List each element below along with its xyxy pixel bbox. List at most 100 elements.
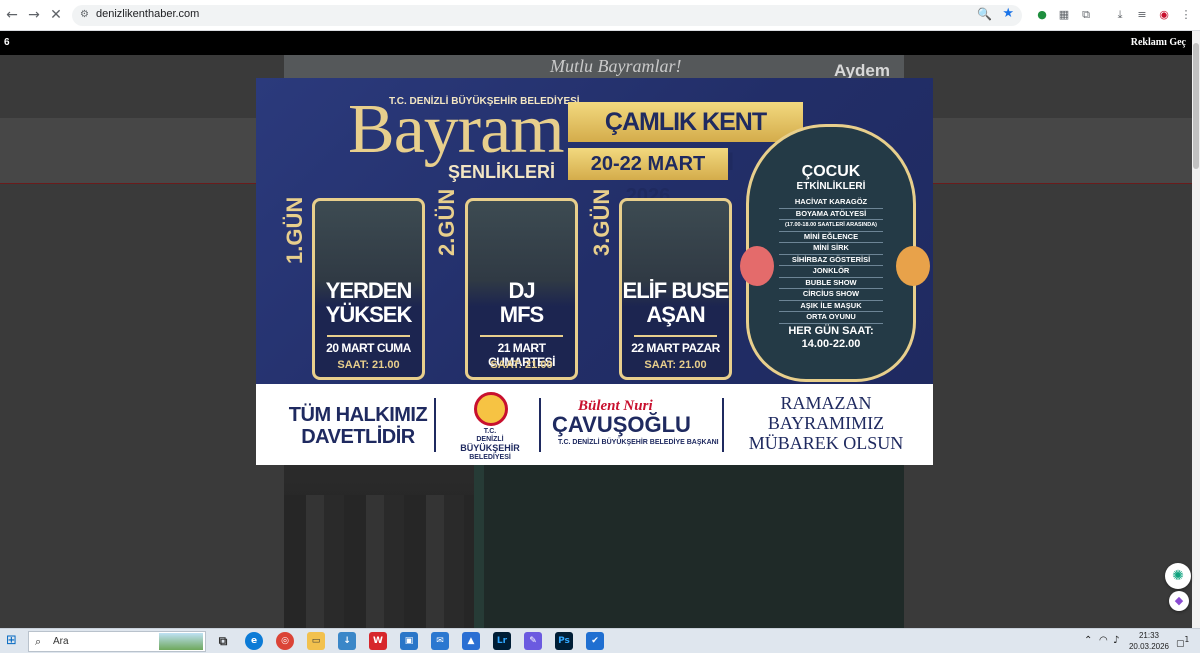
profile-avatar-icon[interactable]: ◉ — [1156, 7, 1172, 23]
event-time: SAAT: 21.00 — [644, 359, 707, 371]
day-label: 2.GÜN — [434, 188, 459, 256]
page-scrollbar[interactable] — [1192, 31, 1200, 628]
divider — [480, 335, 563, 337]
search-highlight-image — [159, 633, 203, 650]
mayor-title: T.C. DENİZLİ BÜYÜKŞEHİR BELEDİYE BAŞKANI — [558, 439, 719, 446]
activity-item: HACİVAT KARAGÖZ — [779, 197, 883, 209]
chatgpt-icon[interactable]: ✺ — [1165, 563, 1191, 589]
search-icon: ⌕ — [35, 635, 42, 648]
lightroom-icon[interactable]: Lr — [493, 632, 511, 650]
grammarly-extension-icon[interactable]: ● — [1034, 7, 1050, 23]
ad-countdown: 6 — [4, 37, 10, 48]
site-header-banner[interactable]: Mutlu Bayramlar! Aydem — [284, 55, 904, 80]
file-explorer-icon[interactable]: ▭ — [307, 632, 325, 650]
divider — [539, 398, 541, 452]
mail-icon[interactable]: ✉ — [431, 632, 449, 650]
activity-item: (17.00-18.00 SAATLERİ ARASINDA) — [779, 220, 883, 232]
back-icon[interactable]: ← — [4, 7, 20, 23]
activity-item: ORTA OYUNU — [779, 312, 883, 324]
task-view-icon[interactable]: ⧉ — [214, 632, 232, 650]
download-icon[interactable]: ⤓ — [1112, 7, 1128, 23]
notification-icon[interactable]: ▢1 — [1176, 635, 1189, 649]
activity-item: JONKLÖR — [779, 266, 883, 278]
volume-icon[interactable]: ♪ — [1113, 635, 1119, 646]
logo-text-bottom: BELEDİYESİ — [469, 454, 511, 461]
activity-item: AŞIK İLE MAŞUK — [779, 301, 883, 312]
edge-icon[interactable]: e — [245, 632, 263, 650]
activity-item: MİNİ SİRK — [779, 243, 883, 255]
tray-chevron-icon[interactable]: ⌃ — [1084, 635, 1092, 646]
wifi-icon[interactable]: ◠ — [1099, 635, 1108, 646]
address-bar[interactable]: ⚙ denizlikenthaber.com 🔍 ★ — [72, 5, 1022, 26]
bookmark-star-icon[interactable]: ★ — [1002, 6, 1014, 21]
taskbar-search[interactable]: ⌕ Ara — [28, 631, 206, 652]
news-photo[interactable] — [284, 465, 904, 628]
wps-office-icon[interactable]: W — [369, 632, 387, 650]
divider — [722, 398, 724, 452]
zoom-icon[interactable]: 🔍 — [977, 7, 992, 21]
poster-footer: TÜM HALKIMIZ DAVETLİDİR T.C. DENİZLİ BÜY… — [256, 384, 933, 465]
children-title: ÇOCUK — [801, 163, 861, 180]
search-placeholder: Ara — [53, 636, 69, 647]
children-activities-lantern: ÇOCUK ETKİNLİKLERİ HACİVAT KARAGÖZ BOYAM… — [746, 124, 916, 382]
children-subtitle: ETKİNLİKLERİ — [796, 181, 866, 192]
activity-item: BUBLE SHOW — [779, 278, 883, 289]
municipality-logo-icon — [474, 392, 508, 426]
event-day: 20 MART CUMA — [326, 341, 411, 355]
divider — [634, 335, 717, 337]
clock-time: 21:33 — [1138, 631, 1160, 640]
assistant-icon[interactable]: ◆ — [1169, 591, 1189, 611]
date-range: 20-22 MART 2026 — [568, 148, 728, 207]
mayor-name: ÇAVUŞOĞLU — [552, 412, 691, 437]
chrome-icon[interactable]: ◎ — [276, 632, 294, 650]
holiday-greeting: RAMAZAN BAYRAMIMIZ MÜBAREK OLSUN — [748, 393, 904, 453]
popup-advertisement[interactable]: T.C. DENİZLİ BÜYÜKŞEHİR BELEDİYESİ Bayra… — [256, 78, 933, 465]
windows-start-icon[interactable]: ⊞ — [6, 634, 20, 648]
photoshop-icon[interactable]: Ps — [555, 632, 573, 650]
bus-image — [474, 465, 904, 628]
activity-item: CİRCİUS SHOW — [779, 289, 883, 301]
store-icon[interactable]: ▣ — [400, 632, 418, 650]
day-label: 3.GÜN — [589, 188, 614, 256]
reading-list-icon[interactable]: ≡ — [1134, 7, 1150, 23]
notification-count: 1 — [1184, 635, 1190, 644]
event-poster: T.C. DENİZLİ BÜYÜKŞEHİR BELEDİYESİ Bayra… — [256, 78, 933, 384]
logo-text-main: BÜYÜKŞEHİR — [460, 443, 520, 453]
children-schedule: HER GÜN SAAT: 14.00-22.00 — [788, 325, 874, 350]
forward-icon[interactable]: → — [26, 7, 42, 23]
app-icon[interactable]: ↓ — [338, 632, 356, 650]
artist-card: ELİF BUSE AŞAN 22 MART PAZAR SAAT: 21.00 — [619, 198, 732, 380]
artist-card: DJ MFS 21 MART CUMARTESİ SAAT: 21.00 — [465, 198, 578, 380]
divider — [327, 335, 410, 337]
banner-text: Mutlu Bayramlar! — [550, 56, 682, 76]
poster-title: Bayram — [348, 91, 565, 168]
event-time: SAAT: 21.00 — [337, 359, 400, 371]
venue-label: ÇAMLIK KENT ORMANI — [568, 102, 803, 176]
activity-item: SİHİRBAZ GÖSTERİSİ — [779, 255, 883, 266]
site-info-icon[interactable]: ⚙ — [80, 9, 90, 21]
logo-text-top: T.C. DENİZLİ — [476, 428, 504, 443]
scrollbar-thumb[interactable] — [1193, 43, 1199, 169]
paint-icon[interactable]: ✎ — [524, 632, 542, 650]
skip-ad-button[interactable]: Reklamı Geç — [1131, 37, 1186, 48]
menu-kebab-icon[interactable]: ⋮ — [1178, 7, 1194, 23]
poster-subtitle: ŞENLİKLERİ — [448, 162, 556, 182]
divider — [434, 398, 436, 452]
qr-extension-icon[interactable]: ▦ — [1056, 7, 1072, 23]
artist-name: DJ MFS — [499, 278, 544, 327]
activity-item: BOYAMA ATÖLYESİ — [779, 209, 883, 220]
todo-icon[interactable]: ✔ — [586, 632, 604, 650]
child-illustration — [896, 246, 930, 286]
windows-taskbar: ⊞ ⌕ Ara ⧉ e ◎ ▭ ↓ W ▣ ✉ ▲ Lr ✎ Ps ✔ ⌃ ◠ … — [0, 628, 1200, 653]
event-time: SAAT: 21.00 — [490, 359, 553, 371]
extensions-puzzle-icon[interactable]: ⧉ — [1078, 7, 1094, 23]
day-label: 1.GÜN — [282, 196, 307, 264]
child-illustration — [740, 246, 774, 286]
municipality-logo-text: T.C. DENİZLİ BÜYÜKŞEHİR BELEDİYESİ — [452, 428, 528, 462]
photos-icon[interactable]: ▲ — [462, 632, 480, 650]
stop-loading-icon[interactable]: ✕ — [48, 7, 64, 23]
artist-card: YERDEN YÜKSEK 20 MART CUMA SAAT: 21.00 — [312, 198, 425, 380]
event-day: 22 MART PAZAR — [631, 341, 720, 355]
url-text[interactable]: denizlikenthaber.com — [96, 8, 199, 20]
system-clock[interactable]: 21:33 20.03.2026 — [1128, 630, 1170, 652]
